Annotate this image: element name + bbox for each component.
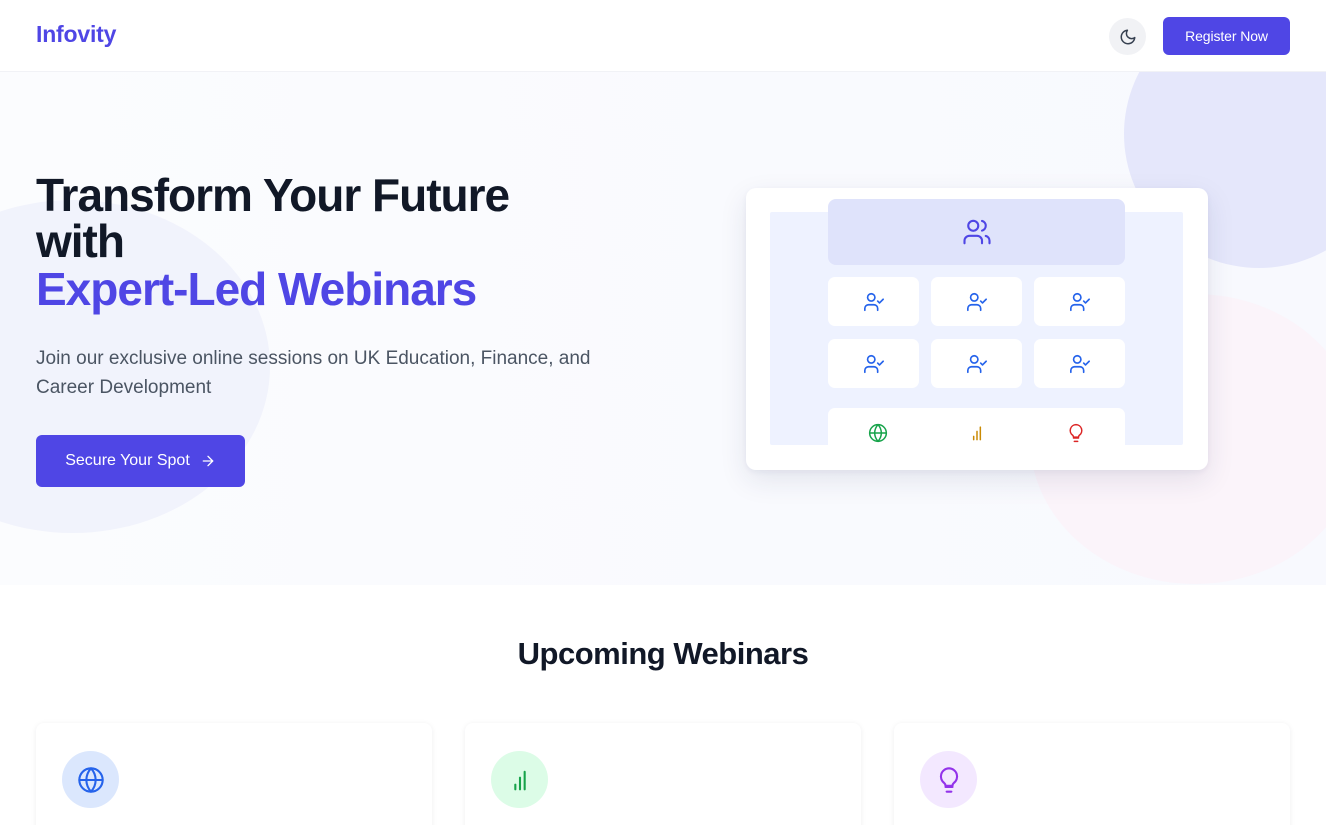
bar-chart-icon — [967, 423, 987, 443]
user-check-icon — [966, 353, 988, 375]
moon-icon — [1119, 28, 1137, 46]
top-navbar: Infovity Register Now — [0, 0, 1326, 72]
secure-your-spot-button[interactable]: Secure Your Spot — [36, 435, 245, 487]
participant-tile — [828, 339, 919, 388]
illustration-topics-bar — [828, 408, 1125, 457]
webinar-card[interactable] — [894, 723, 1290, 825]
hero-title: Transform Your Future with Expert-Led We… — [36, 172, 676, 312]
lightbulb-icon — [935, 766, 963, 794]
upcoming-webinars-heading: Upcoming Webinars — [517, 636, 809, 671]
card-icon-badge — [62, 751, 119, 808]
hero-title-line1: Transform Your Future — [36, 169, 510, 221]
lightbulb-icon — [1066, 423, 1086, 443]
brand-logo[interactable]: Infovity — [36, 21, 116, 48]
participant-tile — [1034, 277, 1125, 326]
globe-icon — [77, 766, 105, 794]
theme-toggle-button[interactable] — [1109, 18, 1146, 55]
participant-tile — [1034, 339, 1125, 388]
globe-icon — [868, 423, 888, 443]
register-now-button[interactable]: Register Now — [1163, 17, 1290, 55]
users-icon — [962, 217, 992, 247]
participant-tile — [931, 277, 1022, 326]
hero-title-accent: Expert-Led Webinars — [36, 263, 477, 315]
hero-section: Transform Your Future with Expert-Led We… — [0, 72, 1326, 585]
card-icon-badge — [491, 751, 548, 808]
webinar-illustration-card — [746, 188, 1208, 470]
card-icon-badge — [920, 751, 977, 808]
participant-tile — [828, 277, 919, 326]
participant-tile — [931, 339, 1022, 388]
webinar-card[interactable] — [465, 723, 861, 825]
webinar-card[interactable] — [36, 723, 432, 825]
bar-chart-icon — [506, 766, 534, 794]
user-check-icon — [863, 353, 885, 375]
arrow-right-icon — [200, 453, 216, 469]
hero-subtitle: Join our exclusive online sessions on UK… — [36, 348, 591, 398]
user-check-icon — [1069, 353, 1091, 375]
hero-title-line2: with — [36, 215, 125, 267]
user-check-icon — [863, 291, 885, 313]
illustration-host-panel — [828, 199, 1125, 265]
cta-label: Secure Your Spot — [65, 452, 190, 469]
user-check-icon — [1069, 291, 1091, 313]
user-check-icon — [966, 291, 988, 313]
